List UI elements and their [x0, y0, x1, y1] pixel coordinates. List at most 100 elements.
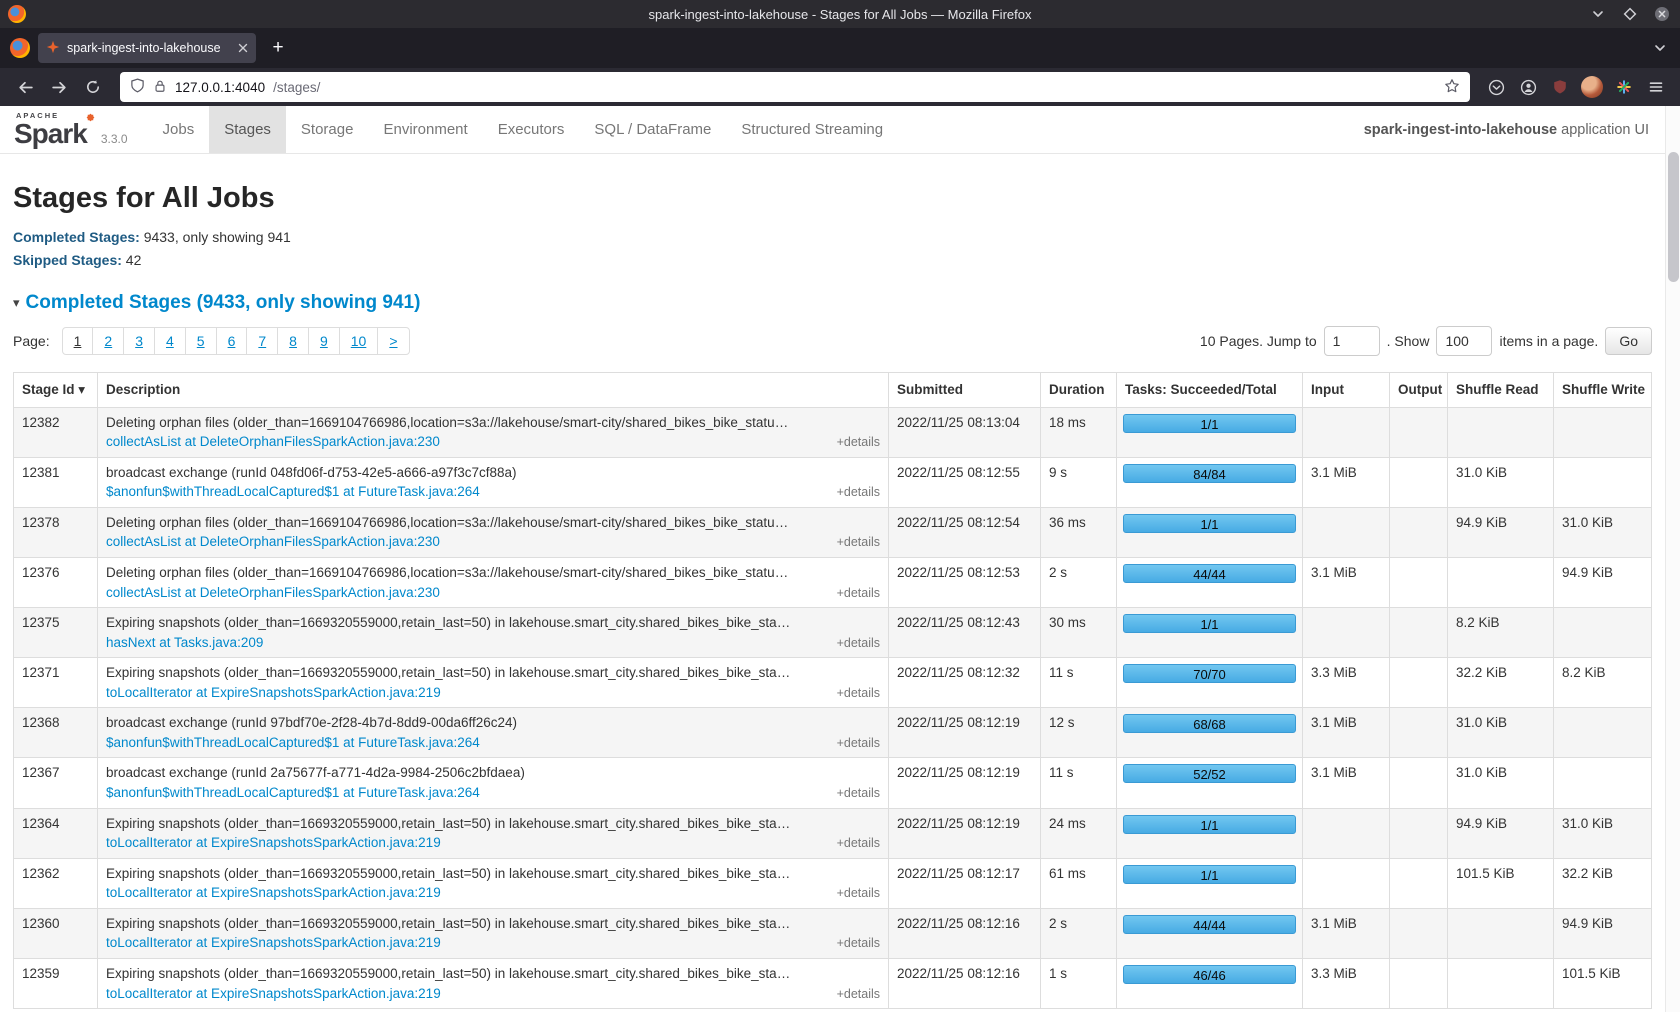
page-number-link[interactable]: 4: [154, 327, 186, 355]
details-toggle[interactable]: +details: [837, 784, 880, 802]
stage-callsite-link[interactable]: toLocalIterator at ExpireSnapshotsSparkA…: [106, 883, 441, 903]
table-row: 12378 Deleting orphan files (older_than=…: [14, 507, 1652, 557]
spark-wordmark: Spark: [14, 118, 87, 149]
page-number-link[interactable]: 2: [92, 327, 124, 355]
adblock-shield-icon[interactable]: [1546, 73, 1574, 101]
page-scrollbar[interactable]: [1665, 106, 1680, 1012]
stage-callsite-link[interactable]: toLocalIterator at ExpireSnapshotsSparkA…: [106, 683, 441, 703]
page-number-link[interactable]: 5: [185, 327, 217, 355]
table-row: 12367 broadcast exchange (runId 2a75677f…: [14, 758, 1652, 808]
duration-cell: 11 s: [1041, 758, 1117, 808]
reload-button[interactable]: [78, 72, 108, 102]
list-all-tabs-button[interactable]: [1650, 38, 1670, 58]
stage-callsite-link[interactable]: toLocalIterator at ExpireSnapshotsSparkA…: [106, 933, 441, 953]
page-number-link[interactable]: 6: [216, 327, 248, 355]
extension-pinwheel-icon[interactable]: [1610, 73, 1638, 101]
browser-tab[interactable]: spark-ingest-into-lakehouse: [38, 33, 256, 63]
account-icon[interactable]: [1514, 73, 1542, 101]
jump-to-input[interactable]: [1324, 326, 1380, 356]
tracking-protection-shield-icon[interactable]: [130, 78, 145, 96]
column-header[interactable]: Shuffle Read: [1448, 373, 1554, 408]
spark-nav-link-structured-streaming[interactable]: Structured Streaming: [726, 106, 898, 153]
page-number-link[interactable]: 8: [277, 327, 309, 355]
stage-id-cell: 12378: [14, 507, 98, 557]
spark-nav-link-stages[interactable]: Stages: [209, 106, 286, 153]
details-toggle[interactable]: +details: [837, 884, 880, 902]
details-toggle[interactable]: +details: [837, 483, 880, 501]
spark-nav-link-environment[interactable]: Environment: [368, 106, 482, 153]
lock-icon[interactable]: [153, 79, 167, 96]
next-page-link[interactable]: >: [377, 327, 409, 355]
spark-nav-link-executors[interactable]: Executors: [483, 106, 580, 153]
window-minimize-button[interactable]: [1588, 4, 1608, 24]
details-toggle[interactable]: +details: [837, 433, 880, 451]
items-per-page-input[interactable]: [1436, 326, 1492, 356]
tasks-progress-bar: 68/68: [1123, 714, 1296, 733]
scrollbar-thumb[interactable]: [1668, 152, 1679, 282]
stage-callsite-link[interactable]: toLocalIterator at ExpireSnapshotsSparkA…: [106, 984, 441, 1004]
profile-avatar[interactable]: [1581, 76, 1603, 98]
shuffle-write-cell: [1554, 457, 1652, 507]
firefox-window: spark-ingest-into-lakehouse - Stages for…: [0, 0, 1680, 1012]
column-header[interactable]: Tasks: Succeeded/Total: [1117, 373, 1303, 408]
stage-callsite-link[interactable]: collectAsList at DeleteOrphanFilesSparkA…: [106, 532, 440, 552]
output-cell: [1390, 507, 1448, 557]
page-number-current[interactable]: 1: [62, 327, 94, 355]
details-toggle[interactable]: +details: [837, 734, 880, 752]
spark-nav-link-sql-dataframe[interactable]: SQL / DataFrame: [579, 106, 726, 153]
page-number-link[interactable]: 10: [339, 327, 379, 355]
shuffle-read-cell: [1448, 557, 1554, 607]
firefox-app-icon[interactable]: [10, 38, 30, 58]
stage-callsite-link[interactable]: toLocalIterator at ExpireSnapshotsSparkA…: [106, 833, 441, 853]
stage-callsite-link[interactable]: collectAsList at DeleteOrphanFilesSparkA…: [106, 583, 440, 603]
stage-callsite-link[interactable]: $anonfun$withThreadLocalCaptured$1 at Fu…: [106, 783, 480, 803]
details-toggle[interactable]: +details: [837, 584, 880, 602]
pocket-icon[interactable]: [1482, 73, 1510, 101]
window-controls: [1588, 4, 1672, 24]
bookmark-star-icon[interactable]: [1444, 78, 1460, 97]
spark-nav-item: Environment: [368, 106, 482, 153]
column-header[interactable]: Description: [98, 373, 889, 408]
window-close-button[interactable]: [1652, 4, 1672, 24]
column-header[interactable]: Duration: [1041, 373, 1117, 408]
completed-stages-section-header[interactable]: ▾ Completed Stages (9433, only showing 9…: [13, 292, 1652, 314]
details-toggle[interactable]: +details: [837, 634, 880, 652]
spark-nav-link-storage[interactable]: Storage: [286, 106, 369, 153]
completed-stages-link[interactable]: Completed Stages:: [13, 229, 140, 245]
details-toggle[interactable]: +details: [837, 684, 880, 702]
details-toggle[interactable]: +details: [837, 834, 880, 852]
new-tab-button[interactable]: +: [264, 34, 292, 62]
duration-cell: 11 s: [1041, 658, 1117, 708]
spark-nav-link-jobs[interactable]: Jobs: [148, 106, 210, 153]
window-maximize-button[interactable]: [1620, 4, 1640, 24]
page-title: Stages for All Jobs: [13, 182, 1652, 215]
details-toggle[interactable]: +details: [837, 985, 880, 1003]
page-number-link[interactable]: 9: [308, 327, 340, 355]
stage-description: Deleting orphan files (older_than=166910…: [106, 413, 880, 433]
go-button[interactable]: Go: [1605, 327, 1652, 355]
menu-hamburger-icon[interactable]: [1642, 73, 1670, 101]
stage-description: Expiring snapshots (older_than=166932055…: [106, 814, 880, 834]
tab-close-icon[interactable]: [238, 43, 248, 53]
column-header[interactable]: Input: [1303, 373, 1390, 408]
column-header[interactable]: Shuffle Write: [1554, 373, 1652, 408]
back-button[interactable]: [10, 72, 40, 102]
tasks-progress-bar: 52/52: [1123, 764, 1296, 783]
stage-callsite-link[interactable]: $anonfun$withThreadLocalCaptured$1 at Fu…: [106, 482, 480, 502]
stage-callsite-link[interactable]: hasNext at Tasks.java:209: [106, 633, 263, 653]
stage-callsite-link[interactable]: collectAsList at DeleteOrphanFilesSparkA…: [106, 432, 440, 452]
url-bar[interactable]: 127.0.0.1:4040/stages/: [120, 72, 1470, 102]
spark-logo[interactable]: APACHE Spark 3.3.0: [10, 106, 138, 153]
page-number-link[interactable]: 3: [123, 327, 155, 355]
skipped-stages-link[interactable]: Skipped Stages:: [13, 252, 122, 268]
column-header[interactable]: Submitted: [889, 373, 1041, 408]
stage-callsite-link[interactable]: $anonfun$withThreadLocalCaptured$1 at Fu…: [106, 733, 480, 753]
forward-button[interactable]: [44, 72, 74, 102]
details-toggle[interactable]: +details: [837, 533, 880, 551]
details-toggle[interactable]: +details: [837, 934, 880, 952]
pagination-pages: 12345678910>: [62, 327, 410, 355]
page-number-link[interactable]: 7: [246, 327, 278, 355]
column-header[interactable]: Output: [1390, 373, 1448, 408]
column-header[interactable]: Stage Id ▾: [14, 373, 98, 408]
pagination-controls: 10 Pages. Jump to . Show items in a page…: [1200, 326, 1652, 356]
